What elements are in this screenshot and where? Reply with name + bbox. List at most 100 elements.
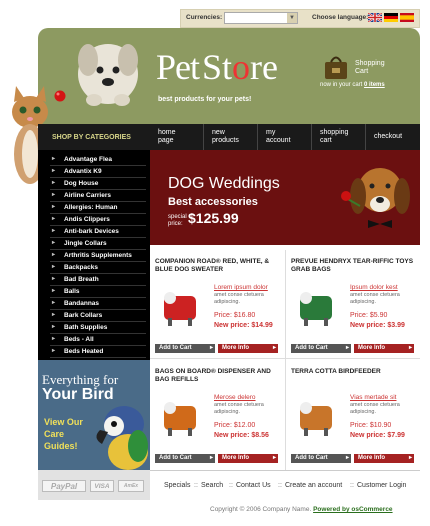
dog-illustration	[78, 44, 138, 106]
promo-special-label: special price:	[168, 214, 187, 228]
footer-link[interactable]: Customer Login	[357, 482, 406, 489]
sidebar-item-category[interactable]: Advantix K9	[50, 166, 146, 178]
more-info-button[interactable]: More Info	[354, 454, 414, 463]
product-description: amet conse ctetuera adipiscing.	[214, 292, 264, 305]
product-description: amet conse ctetuera adipiscing.	[214, 402, 264, 415]
footer-link[interactable]: Specials	[164, 482, 190, 489]
product-title[interactable]: BAGS ON BOARD® DISPENSER AND BAG REFILLS	[155, 368, 283, 384]
sidebar-item-category[interactable]: Jingle Collars	[50, 238, 146, 250]
copyright: Copyright © 2006 Company Name. Powered b…	[210, 506, 393, 513]
cart-status-prefix: now in your cart	[320, 82, 363, 88]
cart-title-line1: Shopping	[355, 60, 385, 67]
product-new-price: New price: $8.56	[214, 432, 269, 439]
product-grid-divider	[285, 250, 286, 470]
product-description: amet conse ctetuera adipiscing.	[350, 402, 400, 415]
nav-label: cart	[320, 137, 332, 144]
language-label: Choose language:	[312, 14, 369, 21]
cart-items-link[interactable]: 0 items	[364, 82, 385, 88]
sidebar-item-category[interactable]: Anti-bark Devices	[50, 226, 146, 238]
product-price: Price: $16.80	[214, 312, 256, 319]
visa-logo: VISA	[90, 480, 114, 492]
product-new-price: New price: $7.99	[350, 432, 405, 439]
sidebar-item-category[interactable]: Backpacks	[50, 262, 146, 274]
sidebar-item-category[interactable]: Dog House	[50, 178, 146, 190]
add-to-cart-button[interactable]: Add to Cart	[155, 454, 215, 463]
product-image[interactable]	[158, 394, 202, 438]
sidebar-item-category[interactable]: Allergies: Human	[50, 202, 146, 214]
more-info-button[interactable]: More Info	[218, 344, 278, 353]
add-to-cart-button[interactable]: Add to Cart	[155, 344, 215, 353]
english-flag-icon[interactable]	[368, 13, 382, 22]
product-title[interactable]: TERRA COTTA BIRDFEEDER	[291, 368, 419, 376]
cta-line: View Our	[44, 417, 83, 427]
logo-store[interactable]: Store	[202, 46, 278, 88]
logo-store-re: re	[250, 47, 278, 87]
parrot-illustration	[96, 406, 148, 470]
add-to-cart-button[interactable]: Add to Cart	[291, 344, 351, 353]
currency-select[interactable]: ▼	[224, 12, 298, 24]
spanish-flag-icon[interactable]	[400, 13, 414, 22]
nav-label: account	[266, 137, 291, 144]
cta-line: Care	[44, 429, 65, 439]
footer-link[interactable]: Create an account	[285, 482, 342, 489]
shopping-cart-title[interactable]: Shopping Cart	[355, 60, 385, 76]
logo-pet[interactable]: Pet	[156, 46, 200, 88]
more-info-button[interactable]: More Info	[354, 344, 414, 353]
product-name-link[interactable]: Lorem ipsum dolor	[214, 284, 268, 291]
sidebar-item-category[interactable]: Arthritis Supplements	[50, 250, 146, 262]
copyright-text: Copyright © 2006 Company Name.	[210, 506, 312, 513]
product-image[interactable]	[158, 284, 202, 328]
sidebar-item-category[interactable]: Advantage Flea	[50, 154, 146, 166]
shopping-bag-icon[interactable]	[322, 53, 350, 81]
add-to-cart-button[interactable]: Add to Cart	[291, 454, 351, 463]
nav-label: products	[212, 137, 239, 144]
product-grid-divider	[150, 358, 420, 359]
product-new-price: New price: $3.99	[350, 322, 405, 329]
bird-banner-cta[interactable]: View Our Care Guides!	[44, 416, 83, 452]
product-image[interactable]	[294, 284, 338, 328]
sidebar-item-category[interactable]: Andis Clippers	[50, 214, 146, 226]
bird-banner-line2: Your Bird	[42, 386, 114, 403]
more-info-button[interactable]: More Info	[218, 454, 278, 463]
sidebar-item-category[interactable]: Bark Collars	[50, 310, 146, 322]
sidebar-item-category[interactable]: Beds - All	[50, 334, 146, 346]
product-title[interactable]: COMPANION ROAD® RED, WHITE, & BLUE DOG S…	[155, 258, 283, 274]
sidebar-item-category[interactable]: Airline Carriers	[50, 190, 146, 202]
nav-checkout[interactable]: checkout	[366, 124, 420, 150]
product-name-link[interactable]: Ipsum dolor kest	[350, 284, 398, 291]
currencies-label: Currencies:	[186, 14, 223, 21]
footer-link[interactable]: Search	[201, 482, 223, 489]
nav-shopping-cart[interactable]: shopping cart	[312, 124, 366, 150]
german-flag-icon[interactable]	[384, 13, 398, 22]
cta-line: Guides!	[44, 441, 78, 451]
product-price: Price: $5.90	[350, 312, 388, 319]
sidebar-item-category[interactable]: Bandannas	[50, 298, 146, 310]
sidebar-heading: SHOP BY CATEGORIES	[38, 124, 150, 150]
sidebar-item-category[interactable]: Beds Heated	[50, 346, 146, 358]
nav-my-account[interactable]: my account	[258, 124, 312, 150]
tagline: best products for your pets!	[158, 96, 252, 103]
nav-label: new	[212, 129, 225, 136]
product-name-link[interactable]: Merose delero	[214, 394, 256, 401]
product-price: Price: $10.90	[350, 422, 392, 429]
footer-separator: ::	[350, 482, 354, 489]
footer-separator: ::	[229, 482, 233, 489]
product-title[interactable]: PREVUE HENDRYX TEAR-RIFFIC TOYS GRAB BAG…	[291, 258, 419, 274]
nav-label: shopping	[320, 129, 349, 136]
nav-label: page	[158, 137, 174, 144]
product-image[interactable]	[294, 394, 338, 438]
nav-home[interactable]: home page	[150, 124, 204, 150]
nav-new-products[interactable]: new products	[204, 124, 258, 150]
footer-link[interactable]: Contact Us	[236, 482, 271, 489]
promo-price: $125.99	[188, 210, 239, 226]
product-name-link[interactable]: Vias mertade sit	[350, 394, 396, 401]
cart-status: now in your cart 0 items	[320, 82, 385, 88]
sidebar-item-category[interactable]: Bad Breath	[50, 274, 146, 286]
nav-label: my	[266, 129, 276, 136]
powered-by-link[interactable]: Powered by osCommerce	[313, 506, 392, 513]
sidebar-item-category[interactable]: Bath Supplies	[50, 322, 146, 334]
nav-label: checkout	[374, 133, 403, 140]
nav-label: home	[158, 129, 176, 136]
sidebar-item-category[interactable]: Balls	[50, 286, 146, 298]
amex-logo: AmEx	[118, 480, 144, 492]
